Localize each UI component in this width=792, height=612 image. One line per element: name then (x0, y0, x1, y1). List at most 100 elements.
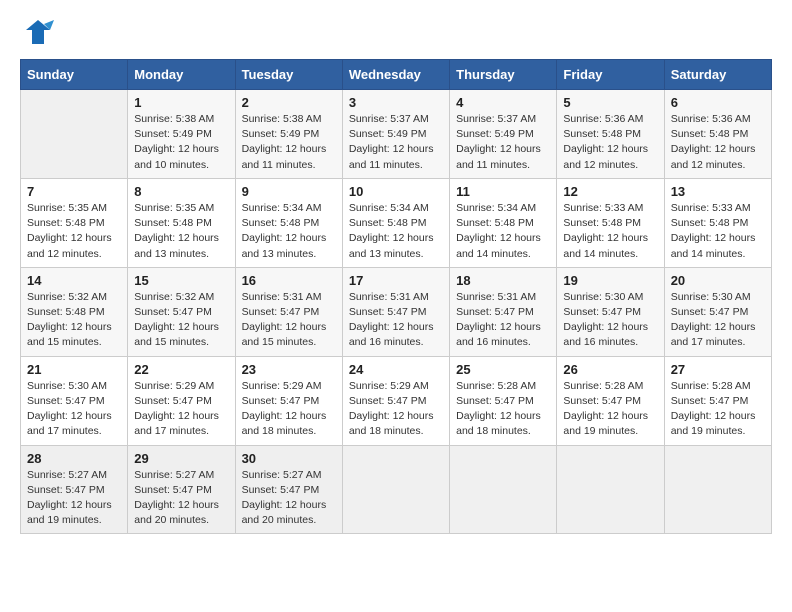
day-number: 16 (242, 273, 336, 288)
calendar-cell: 8 Sunrise: 5:35 AM Sunset: 5:48 PM Daylig… (128, 178, 235, 267)
day-number: 23 (242, 362, 336, 377)
day-info: Sunrise: 5:33 AM Sunset: 5:48 PM Dayligh… (671, 201, 765, 262)
day-number: 1 (134, 95, 228, 110)
day-info: Sunrise: 5:34 AM Sunset: 5:48 PM Dayligh… (349, 201, 443, 262)
logo-bird-icon (22, 16, 54, 48)
day-info: Sunrise: 5:28 AM Sunset: 5:47 PM Dayligh… (456, 379, 550, 440)
day-number: 20 (671, 273, 765, 288)
day-info: Sunrise: 5:32 AM Sunset: 5:47 PM Dayligh… (134, 290, 228, 351)
page-header (20, 16, 772, 53)
day-number: 22 (134, 362, 228, 377)
day-number: 6 (671, 95, 765, 110)
header-day-thursday: Thursday (450, 60, 557, 90)
calendar-cell: 18 Sunrise: 5:31 AM Sunset: 5:47 PM Dayli… (450, 267, 557, 356)
day-number: 9 (242, 184, 336, 199)
day-number: 28 (27, 451, 121, 466)
calendar-cell: 22 Sunrise: 5:29 AM Sunset: 5:47 PM Dayli… (128, 356, 235, 445)
day-number: 8 (134, 184, 228, 199)
calendar-cell: 14Sunrise: 5:32 AM Sunset: 5:48 PM Dayli… (21, 267, 128, 356)
day-info: Sunrise: 5:35 AM Sunset: 5:48 PM Dayligh… (134, 201, 228, 262)
day-number: 24 (349, 362, 443, 377)
calendar-week-2: 7Sunrise: 5:35 AM Sunset: 5:48 PM Daylig… (21, 178, 772, 267)
day-info: Sunrise: 5:36 AM Sunset: 5:48 PM Dayligh… (563, 112, 657, 173)
header-day-monday: Monday (128, 60, 235, 90)
day-number: 13 (671, 184, 765, 199)
calendar-cell: 23 Sunrise: 5:29 AM Sunset: 5:47 PM Dayli… (235, 356, 342, 445)
day-number: 12 (563, 184, 657, 199)
calendar-cell: 10 Sunrise: 5:34 AM Sunset: 5:48 PM Dayli… (342, 178, 449, 267)
calendar-week-5: 28 Sunrise: 5:27 AM Sunset: 5:47 PM Dayli… (21, 445, 772, 534)
calendar-cell: 16 Sunrise: 5:31 AM Sunset: 5:47 PM Dayli… (235, 267, 342, 356)
calendar-cell: 26 Sunrise: 5:28 AM Sunset: 5:47 PM Dayli… (557, 356, 664, 445)
day-info: Sunrise: 5:37 AM Sunset: 5:49 PM Dayligh… (349, 112, 443, 173)
day-info: Sunrise: 5:38 AM Sunset: 5:49 PM Dayligh… (242, 112, 336, 173)
day-info: Sunrise: 5:28 AM Sunset: 5:47 PM Dayligh… (563, 379, 657, 440)
calendar-cell: 25Sunrise: 5:28 AM Sunset: 5:47 PM Dayli… (450, 356, 557, 445)
day-info: Sunrise: 5:29 AM Sunset: 5:47 PM Dayligh… (242, 379, 336, 440)
day-info: Sunrise: 5:31 AM Sunset: 5:47 PM Dayligh… (242, 290, 336, 351)
calendar-cell (664, 445, 771, 534)
calendar-cell: 21Sunrise: 5:30 AM Sunset: 5:47 PM Dayli… (21, 356, 128, 445)
calendar-cell: 15 Sunrise: 5:32 AM Sunset: 5:47 PM Dayli… (128, 267, 235, 356)
day-number: 5 (563, 95, 657, 110)
logo-line1 (20, 16, 54, 53)
day-info: Sunrise: 5:33 AM Sunset: 5:48 PM Dayligh… (563, 201, 657, 262)
day-number: 17 (349, 273, 443, 288)
day-number: 27 (671, 362, 765, 377)
day-info: Sunrise: 5:34 AM Sunset: 5:48 PM Dayligh… (242, 201, 336, 262)
calendar-header-row: SundayMondayTuesdayWednesdayThursdayFrid… (21, 60, 772, 90)
day-number: 11 (456, 184, 550, 199)
day-number: 2 (242, 95, 336, 110)
calendar-cell: 28 Sunrise: 5:27 AM Sunset: 5:47 PM Dayli… (21, 445, 128, 534)
day-info: Sunrise: 5:27 AM Sunset: 5:47 PM Dayligh… (134, 468, 228, 529)
calendar-cell: 6 Sunrise: 5:36 AM Sunset: 5:48 PM Daylig… (664, 90, 771, 179)
day-number: 15 (134, 273, 228, 288)
day-info: Sunrise: 5:30 AM Sunset: 5:47 PM Dayligh… (27, 379, 121, 440)
day-info: Sunrise: 5:36 AM Sunset: 5:48 PM Dayligh… (671, 112, 765, 173)
day-info: Sunrise: 5:30 AM Sunset: 5:47 PM Dayligh… (671, 290, 765, 351)
day-number: 30 (242, 451, 336, 466)
calendar-cell: 20 Sunrise: 5:30 AM Sunset: 5:47 PM Dayli… (664, 267, 771, 356)
calendar-cell: 5 Sunrise: 5:36 AM Sunset: 5:48 PM Daylig… (557, 90, 664, 179)
calendar-cell: 7Sunrise: 5:35 AM Sunset: 5:48 PM Daylig… (21, 178, 128, 267)
logo (20, 16, 54, 53)
day-info: Sunrise: 5:28 AM Sunset: 5:47 PM Dayligh… (671, 379, 765, 440)
day-info: Sunrise: 5:38 AM Sunset: 5:49 PM Dayligh… (134, 112, 228, 173)
calendar-body: 1 Sunrise: 5:38 AM Sunset: 5:49 PM Daylig… (21, 90, 772, 534)
calendar-cell: 2 Sunrise: 5:38 AM Sunset: 5:49 PM Daylig… (235, 90, 342, 179)
calendar-cell: 24 Sunrise: 5:29 AM Sunset: 5:47 PM Dayli… (342, 356, 449, 445)
day-number: 19 (563, 273, 657, 288)
header-day-sunday: Sunday (21, 60, 128, 90)
calendar-cell (557, 445, 664, 534)
day-info: Sunrise: 5:37 AM Sunset: 5:49 PM Dayligh… (456, 112, 550, 173)
day-info: Sunrise: 5:29 AM Sunset: 5:47 PM Dayligh… (134, 379, 228, 440)
day-info: Sunrise: 5:29 AM Sunset: 5:47 PM Dayligh… (349, 379, 443, 440)
calendar-week-4: 21Sunrise: 5:30 AM Sunset: 5:47 PM Dayli… (21, 356, 772, 445)
calendar-cell: 11Sunrise: 5:34 AM Sunset: 5:48 PM Dayli… (450, 178, 557, 267)
header-day-wednesday: Wednesday (342, 60, 449, 90)
day-info: Sunrise: 5:31 AM Sunset: 5:47 PM Dayligh… (349, 290, 443, 351)
calendar-cell: 29 Sunrise: 5:27 AM Sunset: 5:47 PM Dayli… (128, 445, 235, 534)
day-number: 26 (563, 362, 657, 377)
calendar-cell: 13 Sunrise: 5:33 AM Sunset: 5:48 PM Dayli… (664, 178, 771, 267)
day-info: Sunrise: 5:27 AM Sunset: 5:47 PM Dayligh… (242, 468, 336, 529)
day-info: Sunrise: 5:27 AM Sunset: 5:47 PM Dayligh… (27, 468, 121, 529)
calendar-cell (21, 90, 128, 179)
calendar-cell: 1 Sunrise: 5:38 AM Sunset: 5:49 PM Daylig… (128, 90, 235, 179)
day-number: 18 (456, 273, 550, 288)
day-number: 14 (27, 273, 121, 288)
calendar-cell: 3 Sunrise: 5:37 AM Sunset: 5:49 PM Daylig… (342, 90, 449, 179)
day-number: 3 (349, 95, 443, 110)
calendar-cell: 9 Sunrise: 5:34 AM Sunset: 5:48 PM Daylig… (235, 178, 342, 267)
header-day-tuesday: Tuesday (235, 60, 342, 90)
day-number: 10 (349, 184, 443, 199)
calendar-cell: 4Sunrise: 5:37 AM Sunset: 5:49 PM Daylig… (450, 90, 557, 179)
day-number: 29 (134, 451, 228, 466)
calendar-week-1: 1 Sunrise: 5:38 AM Sunset: 5:49 PM Daylig… (21, 90, 772, 179)
calendar-cell: 19 Sunrise: 5:30 AM Sunset: 5:47 PM Dayli… (557, 267, 664, 356)
day-info: Sunrise: 5:31 AM Sunset: 5:47 PM Dayligh… (456, 290, 550, 351)
calendar-week-3: 14Sunrise: 5:32 AM Sunset: 5:48 PM Dayli… (21, 267, 772, 356)
calendar-cell (342, 445, 449, 534)
day-info: Sunrise: 5:35 AM Sunset: 5:48 PM Dayligh… (27, 201, 121, 262)
day-info: Sunrise: 5:30 AM Sunset: 5:47 PM Dayligh… (563, 290, 657, 351)
